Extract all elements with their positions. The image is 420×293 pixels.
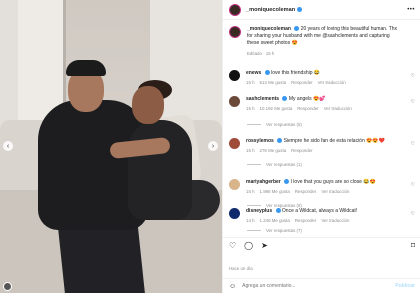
- comment-likes[interactable]: 10.192 Me gusta: [260, 105, 293, 112]
- comment-item: sashclements My angels 😍💕 15 h 10.192 Me…: [229, 96, 417, 112]
- comment-time: 15 h: [246, 189, 255, 194]
- comment-item: enews love this friendship 😂 15 h 513 Me…: [229, 70, 417, 86]
- share-icon[interactable]: ➤: [261, 241, 268, 250]
- comment-avatar[interactable]: [229, 138, 240, 149]
- caption-username[interactable]: _moniquecoleman: [247, 26, 291, 32]
- verified-icon: [264, 70, 270, 76]
- verified-icon: [277, 138, 283, 144]
- publish-button[interactable]: Publicar: [395, 283, 415, 289]
- add-comment-bar: ☺ Publicar: [223, 278, 420, 293]
- comment-time: 15 h: [246, 148, 255, 153]
- reply-button[interactable]: Responder: [297, 105, 318, 112]
- comment-time: 15 h: [246, 80, 255, 85]
- bookmark-icon[interactable]: ⌑: [411, 241, 415, 250]
- comment-username[interactable]: sashclements: [246, 96, 279, 102]
- caption-meta: Editado · 15 h: [247, 51, 275, 56]
- comment-text: love this friendship 😂: [271, 70, 321, 76]
- reply-button[interactable]: Responder: [295, 217, 316, 224]
- heart-icon[interactable]: ♡: [411, 182, 415, 188]
- heart-icon[interactable]: ♡: [411, 73, 415, 79]
- comment-username[interactable]: mariyahgerber: [246, 179, 281, 185]
- view-replies-button[interactable]: Ver respuestas (1): [247, 162, 302, 167]
- view-replies-button[interactable]: Ver respuestas (7): [247, 228, 302, 233]
- photo-woman-head: [132, 86, 164, 124]
- comment-icon[interactable]: ◯: [244, 241, 253, 250]
- verified-icon: [282, 96, 288, 102]
- comment-item: mariyahgerber I love that you guys are s…: [229, 179, 417, 195]
- post-time-ago: Hace un día: [229, 266, 253, 271]
- comment-time: 14 h: [246, 218, 255, 223]
- translate-button[interactable]: Ver traducción: [324, 105, 352, 112]
- view-replies-button[interactable]: Ver respuestas (5): [247, 122, 302, 127]
- comment-likes[interactable]: 513 Me gusta: [260, 79, 287, 86]
- photo-door: [18, 0, 66, 120]
- verified-icon: [284, 179, 290, 185]
- verified-icon: [275, 208, 281, 214]
- verified-icon: [294, 26, 300, 32]
- comment-avatar[interactable]: [229, 179, 240, 190]
- comments-list: _moniquecoleman 20 years of loving this …: [223, 22, 420, 234]
- tagged-user-icon[interactable]: [3, 282, 12, 291]
- comment-avatar[interactable]: [229, 208, 240, 219]
- translate-button[interactable]: Ver traducción: [321, 217, 349, 224]
- emoji-icon[interactable]: ☺: [229, 283, 236, 290]
- comment-likes[interactable]: 278 Me gusta: [260, 147, 287, 154]
- comment-item: disneyplus Once a Wildcat, always a Wild…: [229, 208, 417, 224]
- post-photo[interactable]: ‹ ›: [0, 0, 222, 293]
- view-replies-label: Ver respuestas (7): [266, 228, 302, 233]
- comment-text: Siempre he sido fan de esta relación 😍😍❤…: [283, 138, 385, 144]
- post-header: _moniquecoleman •••: [223, 0, 420, 20]
- comment-avatar[interactable]: [229, 70, 240, 81]
- photo-man-cap: [66, 60, 106, 76]
- heart-icon[interactable]: ♡: [411, 99, 415, 105]
- comment-item: rossylemos Siempre he sido fan de esta r…: [229, 138, 417, 154]
- like-icon[interactable]: ♡: [229, 241, 236, 250]
- post-actions: ♡ ◯ ➤ ⌑: [223, 237, 420, 253]
- view-replies-label: Ver respuestas (5): [266, 122, 302, 127]
- comment-avatar[interactable]: [229, 96, 240, 107]
- comment-text: My angels 😍💕: [288, 96, 326, 102]
- reply-button[interactable]: Responder: [295, 188, 316, 195]
- author-username[interactable]: _moniquecoleman: [246, 7, 295, 13]
- reply-button[interactable]: Responder: [291, 147, 312, 154]
- caption-avatar[interactable]: [229, 26, 241, 38]
- comment-time: 15 h: [246, 106, 255, 111]
- photo-woman-body: [128, 120, 192, 220]
- more-icon[interactable]: •••: [407, 7, 415, 13]
- author-avatar[interactable]: [229, 3, 241, 16]
- comment-username[interactable]: disneyplus: [246, 208, 272, 214]
- reply-button[interactable]: Responder: [291, 79, 312, 86]
- translate-button[interactable]: Ver traducción: [318, 79, 346, 86]
- post-panel: _moniquecoleman ••• _moniquecoleman 20 y…: [222, 0, 420, 293]
- comment-likes[interactable]: 1.246 Me gusta: [260, 217, 290, 224]
- comment-input[interactable]: [242, 283, 383, 289]
- translate-button[interactable]: Ver traducción: [321, 188, 349, 195]
- heart-icon[interactable]: ♡: [411, 211, 415, 217]
- comment-likes[interactable]: 1.986 Me gusta: [260, 188, 290, 195]
- comment-text: I love that you guys are so close 😂😍: [290, 179, 376, 185]
- chevron-right-icon[interactable]: ›: [208, 141, 218, 151]
- caption: _moniquecoleman 20 years of loving this …: [229, 26, 417, 57]
- view-replies-label: Ver respuestas (1): [266, 162, 302, 167]
- comment-text: Once a Wildcat, always a Wildcat!: [281, 208, 358, 214]
- comment-username[interactable]: rossylemos: [246, 138, 274, 144]
- verified-icon: [297, 7, 303, 12]
- chevron-left-icon[interactable]: ‹: [3, 141, 13, 151]
- comment-username[interactable]: enews: [246, 70, 261, 76]
- heart-icon[interactable]: ♡: [411, 141, 415, 147]
